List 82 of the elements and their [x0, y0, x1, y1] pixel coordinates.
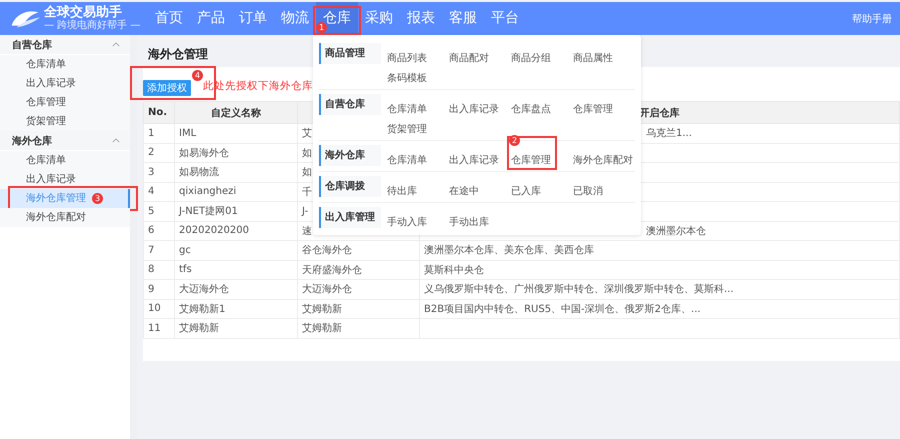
sidebar-item[interactable]: 仓库清单	[0, 55, 130, 74]
sidebar-item[interactable]: 出入库记录	[0, 170, 130, 189]
menu-item[interactable]: 仓库清单	[387, 154, 427, 167]
table-cell: 如易海外仓	[179, 148, 229, 159]
sidebar-group[interactable]: 自营仓库	[0, 35, 130, 54]
menu-category: 商品管理	[319, 43, 381, 64]
table-cell: gc	[179, 244, 191, 256]
table-cell: 大迈海外仓	[302, 284, 352, 296]
sidebar-item[interactable]: 仓库管理	[0, 93, 130, 112]
page-title: 海外仓管理	[148, 47, 208, 61]
column-header: No.	[148, 107, 168, 118]
table-cell: 千	[302, 186, 312, 198]
menu-category: 海外仓库	[319, 145, 381, 166]
table-cell: IML	[179, 128, 196, 139]
table-cell: 艾姆勒新	[179, 323, 219, 334]
logo-title: 全球交易助手	[44, 6, 123, 20]
menu-category: 出入库管理	[319, 207, 381, 228]
table-cell: 10	[148, 303, 161, 314]
table-cell: J-NET捷网01	[179, 206, 238, 218]
table-cell: tfs	[179, 264, 192, 276]
sidebar-item[interactable]: 出入库记录	[0, 74, 130, 93]
highlight-frame	[313, 6, 361, 35]
table-cell: 义乌俄罗斯中转仓、广州俄罗斯中转仓、深圳俄罗斯中转仓、莫斯科...	[424, 284, 734, 296]
menu-item[interactable]: 仓库清单	[387, 103, 427, 116]
table-cell: 3	[148, 166, 154, 178]
table-cell: 乌克兰1...	[646, 128, 692, 140]
table-cell: J-	[302, 206, 308, 217]
step-badge: 4	[192, 70, 203, 81]
menu-item[interactable]: 出入库记录	[449, 154, 499, 167]
menu-item[interactable]: 海外仓库配对	[573, 154, 633, 167]
menu-item[interactable]: 条码模板	[387, 72, 427, 85]
table-cell: B2B项目国内中转仓、RUS5、中国-深圳仓、俄罗斯2仓库、...	[424, 304, 701, 315]
logo-subtitle: — 跨境电商好帮手 —	[44, 20, 140, 32]
table-cell: 艾姆勒新	[302, 323, 342, 334]
menu-category: 仓库调拨	[319, 176, 381, 197]
sidebar-item[interactable]: 海外仓库配对	[0, 208, 130, 227]
menu-item[interactable]: 商品列表	[387, 52, 427, 65]
column-header: 自定义名称	[211, 108, 261, 118]
table-cell: 艾姆勒新	[302, 304, 342, 315]
table-cell: 谷仓海外仓	[302, 245, 352, 256]
menu-item[interactable]: 商品分组	[511, 52, 551, 65]
table-cell: 9	[148, 284, 154, 295]
table-cell: 天府盛海外仓	[302, 264, 362, 276]
menu-item[interactable]: 在途中	[449, 185, 479, 198]
menu-item[interactable]: 仓库盘点	[511, 103, 551, 116]
table-cell: 如	[302, 167, 312, 178]
menu-category: 自营仓库	[319, 94, 381, 115]
table-cell: 4	[148, 186, 154, 198]
menu-item[interactable]: 出入库记录	[449, 103, 499, 116]
menu-item[interactable]: 已入库	[511, 185, 541, 198]
sidebar-item[interactable]: 仓库清单	[0, 151, 130, 170]
table-cell: 6	[148, 225, 154, 236]
sidebar-item[interactable]: 货架管理	[0, 112, 130, 131]
sidebar-group[interactable]: 海外仓库	[0, 131, 130, 150]
menu-item[interactable]: 待出库	[387, 185, 417, 198]
highlight-frame	[507, 136, 557, 170]
step-badge: 2	[509, 135, 520, 146]
table-cell: 大迈海外仓	[179, 284, 229, 296]
menu-item[interactable]: 仓库管理	[573, 103, 613, 116]
table-cell: 5	[148, 206, 154, 217]
table-cell: 如易物流	[179, 167, 219, 178]
table-cell: 2	[148, 147, 154, 158]
table-cell: 澳洲墨尔本仓库、美东仓库、美西仓库	[424, 245, 594, 256]
menu-item[interactable]: 商品配对	[449, 52, 489, 65]
table-cell: 20202020200	[179, 225, 249, 236]
menu-item[interactable]: 手动出库	[449, 216, 489, 229]
menu-item[interactable]: 手动入库	[387, 216, 427, 229]
table-cell: 8	[148, 264, 154, 276]
table-cell: qixianghezi	[179, 186, 236, 198]
menu-item[interactable]: 商品属性	[573, 52, 613, 65]
table-cell: 艾姆勒新1	[179, 304, 226, 315]
table-cell: 1	[148, 128, 154, 139]
table-cell: 莫斯科中央仓	[424, 264, 484, 276]
table-cell: 7	[148, 244, 154, 256]
table-cell: 11	[148, 322, 161, 334]
table-cell: 艾	[302, 128, 312, 140]
menu-item[interactable]: 已取消	[573, 185, 603, 198]
table-cell: 澳洲墨尔本仓	[646, 226, 706, 237]
table-cell: 速	[302, 226, 312, 237]
table-cell: 如	[302, 148, 312, 159]
menu-item[interactable]: 仓库管理	[511, 154, 551, 167]
menu-item[interactable]: 货架管理	[387, 123, 427, 136]
